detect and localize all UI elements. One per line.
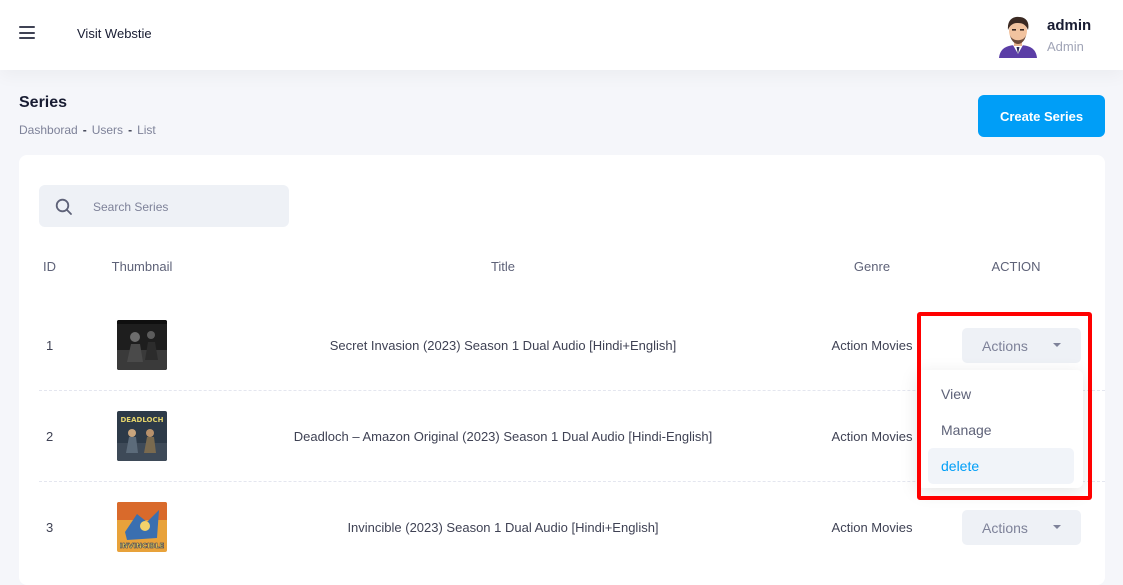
menu-item-view[interactable]: View xyxy=(928,376,1074,412)
breadcrumb-separator: - xyxy=(82,123,87,137)
column-header-title: Title xyxy=(490,259,516,274)
actions-label: Actions xyxy=(982,519,1028,536)
thumbnail-label: INVINCIBLE xyxy=(120,542,165,550)
user-role: Admin xyxy=(1047,39,1084,54)
row-genre: Action Movies xyxy=(831,429,913,444)
row-title: Secret Invasion (2023) Season 1 Dual Aud… xyxy=(329,338,677,353)
visit-website-link[interactable]: Visit Webstie xyxy=(77,26,152,41)
actions-dropdown-button[interactable]: Actions xyxy=(962,328,1081,363)
thumbnail-image[interactable]: INVINCIBLE xyxy=(117,502,167,552)
user-name[interactable]: admin xyxy=(1047,17,1091,34)
menu-item-manage[interactable]: Manage xyxy=(928,412,1074,448)
search-input[interactable] xyxy=(91,185,285,229)
column-header-action: ACTION xyxy=(991,259,1041,274)
row-id: 1 xyxy=(46,338,54,353)
row-genre: Action Movies xyxy=(831,338,913,353)
breadcrumb-separator: - xyxy=(128,123,133,137)
actions-dropdown-button[interactable]: Actions xyxy=(962,510,1081,545)
column-header-thumbnail: Thumbnail xyxy=(111,259,173,274)
menu-icon[interactable] xyxy=(19,26,35,39)
thumbnail-label: DEADLOCH xyxy=(121,416,164,424)
row-genre: Action Movies xyxy=(831,520,913,535)
caret-down-icon xyxy=(1053,525,1061,529)
create-series-button[interactable]: Create Series xyxy=(978,95,1105,137)
search-box[interactable] xyxy=(39,185,289,229)
thumbnail-image[interactable] xyxy=(117,320,167,370)
breadcrumb-item-dashboard[interactable]: Dashborad xyxy=(19,123,78,137)
actions-label: Actions xyxy=(982,337,1028,354)
breadcrumb-item-users[interactable]: Users xyxy=(92,123,123,137)
menu-item-delete[interactable]: delete xyxy=(928,448,1074,484)
row-title: Invincible (2023) Season 1 Dual Audio [H… xyxy=(347,520,659,535)
column-header-id: ID xyxy=(43,259,56,274)
breadcrumb: Dashborad - Users - List xyxy=(19,123,156,137)
user-avatar[interactable] xyxy=(997,14,1039,58)
column-header-genre: Genre xyxy=(853,259,891,274)
search-icon xyxy=(55,198,72,215)
top-bar: Visit Webstie admin Admin xyxy=(0,0,1123,70)
actions-dropdown-menu: View Manage delete xyxy=(917,370,1083,488)
breadcrumb-item-list: List xyxy=(137,123,156,137)
thumbnail-image[interactable]: DEADLOCH xyxy=(117,411,167,461)
row-id: 2 xyxy=(46,429,54,444)
caret-down-icon xyxy=(1053,343,1061,347)
row-id: 3 xyxy=(46,520,54,535)
row-title: Deadloch – Amazon Original (2023) Season… xyxy=(293,429,713,444)
page-title: Series xyxy=(19,94,68,111)
